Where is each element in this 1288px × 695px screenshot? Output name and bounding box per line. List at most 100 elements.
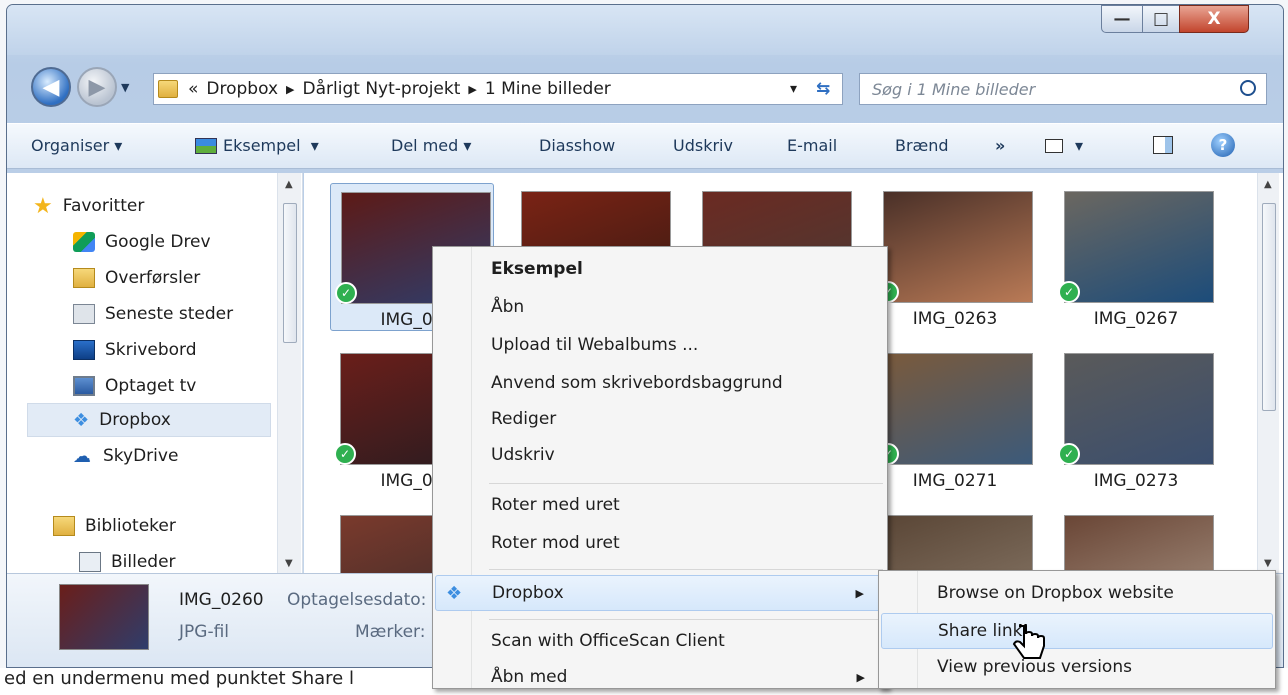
overflow-crumb[interactable]: « xyxy=(188,79,198,99)
menu-item-print[interactable]: Udskriv xyxy=(435,437,885,473)
pictures-library-icon xyxy=(79,552,101,572)
folder-icon xyxy=(158,80,178,98)
file-thumbnail[interactable]: ✓ IMG_0273 xyxy=(1054,345,1218,493)
organise-button[interactable]: Organiser ▾ xyxy=(31,136,122,155)
help-icon: ? xyxy=(1211,133,1235,157)
forward-button[interactable]: ▶ xyxy=(77,67,117,107)
details-thumbnail xyxy=(59,584,149,650)
address-dropdown-icon[interactable]: ▾ xyxy=(790,81,797,97)
maximize-button[interactable]: □ xyxy=(1142,5,1180,33)
navigation-row: ◀ ▶ ▼ « Dropbox ▶ Dårligt Nyt-projekt ▶ 1 … xyxy=(7,65,1283,109)
photo-preview xyxy=(1064,353,1214,465)
preview-button[interactable]: Eksempel ▾ xyxy=(195,136,319,155)
title-bar: — □ X xyxy=(7,5,1283,55)
submenu-arrow-icon: ▶ xyxy=(856,670,865,684)
details-date-label: Optagelsesdato: xyxy=(287,590,427,610)
menu-item-set-desktop-background[interactable]: Anvend som skrivebordsbaggrund xyxy=(435,365,885,401)
file-name: IMG_0273 xyxy=(1093,471,1179,491)
libraries-icon xyxy=(53,516,75,536)
file-thumbnail[interactable]: ✓ IMG_0263 xyxy=(873,183,1037,331)
menu-item-officescan[interactable]: Scan with OfficeScan Client xyxy=(435,623,885,659)
view-options-button[interactable]: ▾ xyxy=(1045,136,1083,155)
menu-item-rotate-counterclockwise[interactable]: Roter mod uret xyxy=(435,525,885,561)
downloads-folder-icon xyxy=(73,268,95,288)
sync-check-icon: ✓ xyxy=(335,282,357,304)
crumb-current-folder[interactable]: 1 Mine billeder xyxy=(485,79,611,99)
menu-item-dropbox[interactable]: ❖ Dropbox ▶ xyxy=(435,575,885,611)
submenu-item-browse-website[interactable]: Browse on Dropbox website xyxy=(881,575,1273,611)
skydrive-icon: ☁ xyxy=(73,445,91,467)
back-button[interactable]: ◀ xyxy=(31,67,71,107)
menu-item-upload-webalbums[interactable]: Upload til Webalbums ... xyxy=(435,327,885,363)
crumb-dropbox[interactable]: Dropbox ▶ xyxy=(206,79,302,99)
image-icon xyxy=(195,137,217,154)
nav-scrollbar[interactable]: ▲ ▼ xyxy=(277,173,301,573)
file-name: IMG_0263 xyxy=(912,309,998,329)
search-icon[interactable] xyxy=(1240,80,1256,96)
dropbox-icon: ❖ xyxy=(73,409,90,431)
menu-item-rotate-clockwise[interactable]: Roter med uret xyxy=(435,487,885,523)
preview-pane-button[interactable] xyxy=(1153,136,1173,154)
minimize-button[interactable]: — xyxy=(1101,5,1143,33)
photo-preview xyxy=(1064,515,1214,573)
submenu-item-previous-versions[interactable]: View previous versions xyxy=(881,649,1273,685)
nav-scroll-thumb[interactable] xyxy=(283,203,297,343)
sync-check-icon: ✓ xyxy=(1058,281,1080,303)
file-thumbnail[interactable] xyxy=(1054,507,1218,573)
email-button[interactable]: E-mail xyxy=(787,136,837,155)
menu-item-preview[interactable]: Eksempel xyxy=(435,251,885,287)
dropbox-icon: ❖ xyxy=(446,582,463,604)
menu-separator xyxy=(489,483,883,484)
photo-preview xyxy=(883,191,1033,303)
star-icon: ★ xyxy=(33,193,53,219)
details-file-type: JPG-fil xyxy=(179,622,230,642)
content-scrollbar[interactable]: ▲ ▼ xyxy=(1257,173,1279,573)
photo-preview xyxy=(883,515,1033,573)
share-with-button[interactable]: Del med ▾ xyxy=(391,136,471,155)
nav-favorites[interactable]: ★ Favoritter xyxy=(33,189,297,223)
file-name: IMG_0271 xyxy=(912,471,998,491)
navigation-pane: ★ Favoritter Google Drev Overførsler Sen… xyxy=(7,173,303,573)
file-thumbnail[interactable] xyxy=(873,507,1037,573)
menu-separator xyxy=(489,619,883,620)
recent-places-icon xyxy=(73,304,95,324)
sync-check-icon: ✓ xyxy=(334,443,356,465)
slideshow-button[interactable]: Diasshow xyxy=(539,136,615,155)
search-input[interactable]: Søg i 1 Mine billeder xyxy=(859,73,1267,105)
hand-cursor-icon xyxy=(1012,624,1045,659)
file-thumbnail[interactable]: ✓ IMG_0267 xyxy=(1054,183,1218,331)
file-thumbnail[interactable]: ✓ IMG_0271 xyxy=(873,345,1037,493)
refresh-icon[interactable]: ⇆ xyxy=(816,79,830,99)
menu-item-open-with[interactable]: Åbn med ▶ xyxy=(435,659,885,695)
help-button[interactable]: ? xyxy=(1211,133,1235,157)
scroll-up-icon[interactable]: ▲ xyxy=(1264,179,1272,190)
nav-item-dropbox[interactable]: ❖ Dropbox xyxy=(27,403,271,437)
command-bar: Organiser ▾ Eksempel ▾ Del med ▾ Diassho… xyxy=(7,123,1283,169)
submenu-arrow-icon: ▶ xyxy=(855,586,864,600)
menu-separator xyxy=(489,569,883,570)
recent-pages-arrow-icon[interactable]: ▼ xyxy=(121,81,129,94)
details-tags-label: Mærker: xyxy=(355,622,426,642)
more-commands-button[interactable]: » xyxy=(995,136,1005,155)
desktop-icon xyxy=(73,340,95,360)
scroll-down-icon[interactable]: ▼ xyxy=(285,558,293,569)
address-bar[interactable]: « Dropbox ▶ Dårligt Nyt-projekt ▶ 1 Mine b… xyxy=(153,73,843,105)
file-name: IMG_0267 xyxy=(1093,309,1179,329)
details-file-name: IMG_0260 xyxy=(179,590,264,610)
crumb-project[interactable]: Dårligt Nyt-projekt ▶ xyxy=(303,79,485,99)
photo-preview xyxy=(1064,191,1214,303)
menu-item-edit[interactable]: Rediger xyxy=(435,401,885,437)
submenu-item-share-link[interactable]: Share link xyxy=(881,613,1273,649)
close-button[interactable]: X xyxy=(1179,5,1249,33)
scroll-up-icon[interactable]: ▲ xyxy=(285,179,293,190)
print-button[interactable]: Udskriv xyxy=(673,136,733,155)
menu-item-open[interactable]: Åbn xyxy=(435,289,885,325)
sync-check-icon: ✓ xyxy=(1058,443,1080,465)
photo-preview xyxy=(883,353,1033,465)
dropbox-submenu: Browse on Dropbox website Share link Vie… xyxy=(878,570,1276,689)
burn-button[interactable]: Brænd xyxy=(895,136,949,155)
scroll-down-icon[interactable]: ▼ xyxy=(1264,558,1272,569)
preview-pane-icon xyxy=(1153,136,1173,154)
content-scroll-thumb[interactable] xyxy=(1262,203,1276,411)
context-menu: Eksempel Åbn Upload til Webalbums ... An… xyxy=(432,246,888,689)
